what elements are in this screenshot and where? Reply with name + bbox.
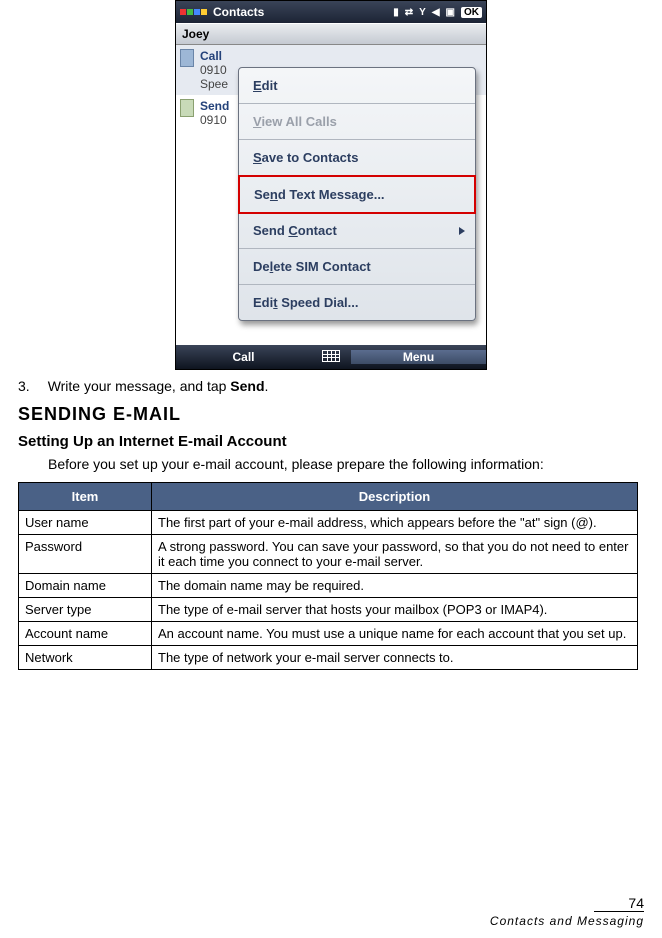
app-title: Contacts: [213, 5, 264, 19]
menu-delete-sim-contact[interactable]: Delete SIM Contact: [239, 249, 475, 285]
signal-icon: ▮: [393, 7, 399, 18]
windows-icon: [180, 9, 207, 15]
footer-category: Contacts and Messaging: [490, 914, 644, 928]
step-3: Write your message, and tap Send.: [18, 378, 644, 394]
menu-send-contact[interactable]: Send Contact: [239, 213, 475, 249]
status-bar: Contacts ▮ ⇄ Y ◀ ▣ OK: [176, 1, 486, 23]
table-row: PasswordA strong password. You can save …: [19, 535, 638, 574]
phone-in-icon: [180, 49, 194, 67]
table-row: Domain nameThe domain name may be requir…: [19, 574, 638, 598]
intro-paragraph: Before you set up your e-mail account, p…: [18, 456, 644, 472]
keyboard-icon[interactable]: [311, 350, 351, 365]
ok-button[interactable]: OK: [461, 7, 482, 18]
menu-save-to-contacts[interactable]: Save to Contacts: [239, 140, 475, 176]
context-menu: Edit View All Calls Save to Contacts Sen…: [238, 67, 476, 321]
phone-screenshot: Contacts ▮ ⇄ Y ◀ ▣ OK Joey Call 0910 Spe…: [175, 0, 487, 370]
call-history: Call 0910 Spee Send 0910 Edit View All C…: [176, 45, 486, 345]
menu-view-all-calls: View All Calls: [239, 104, 475, 140]
softkey-call[interactable]: Call: [176, 350, 311, 364]
section-heading: Sending e-mail: [18, 404, 644, 425]
menu-edit-speed-dial[interactable]: Edit Speed Dial...: [239, 285, 475, 320]
table-row: NetworkThe type of network your e-mail s…: [19, 646, 638, 670]
contact-header: Joey: [176, 23, 486, 45]
subsection-heading: Setting Up an Internet E-mail Account: [18, 433, 644, 450]
antenna-icon: Y: [419, 7, 426, 18]
page-footer: 74 Contacts and Messaging: [490, 895, 644, 928]
col-item: Item: [19, 483, 152, 511]
battery-icon: ▣: [446, 7, 455, 18]
volume-icon: ◀: [432, 7, 440, 18]
table-row: Server typeThe type of e-mail server tha…: [19, 598, 638, 622]
menu-edit[interactable]: Edit: [239, 68, 475, 104]
info-table: Item Description User nameThe first part…: [18, 482, 638, 670]
menu-send-text-message[interactable]: Send Text Message...: [238, 175, 476, 214]
table-row: Account nameAn account name. You must us…: [19, 622, 638, 646]
table-row: User nameThe first part of your e-mail a…: [19, 511, 638, 535]
soft-key-bar: Call Menu: [176, 345, 486, 369]
chevron-right-icon: [459, 227, 465, 235]
status-icons: ▮ ⇄ Y ◀ ▣ OK: [393, 7, 482, 18]
col-desc: Description: [152, 483, 638, 511]
sync-icon: ⇄: [405, 7, 413, 18]
page-number: 74: [490, 895, 644, 911]
sms-out-icon: [180, 99, 194, 117]
softkey-menu[interactable]: Menu: [351, 350, 486, 364]
